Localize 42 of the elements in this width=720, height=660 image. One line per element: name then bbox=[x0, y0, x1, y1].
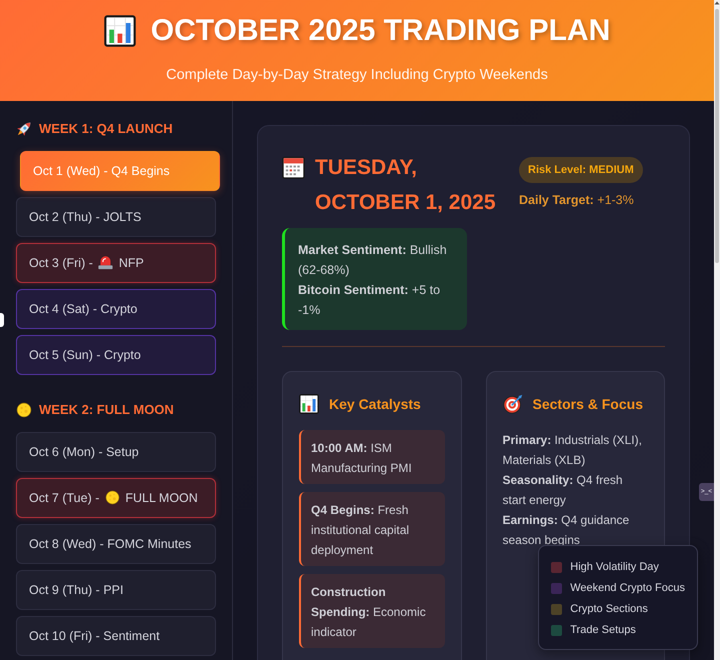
rocket-icon bbox=[16, 121, 32, 137]
risk-badge: Risk Level: MEDIUM bbox=[519, 157, 643, 183]
section-title: Key Catalysts bbox=[329, 395, 421, 414]
sentiment-text: Bitcoin Sentiment: +5 to -1% bbox=[298, 282, 442, 319]
edge-tab[interactable] bbox=[0, 313, 4, 327]
bar-chart-icon bbox=[299, 394, 319, 414]
scroll-up-arrow-icon[interactable] bbox=[714, 0, 720, 6]
day-item[interactable]: Oct 10 (Fri) - Sentiment bbox=[16, 616, 216, 656]
focus-text: Primary: Industrials (XLI), Materials (XLB) bbox=[502, 432, 643, 469]
section-title: Sectors & Focus bbox=[532, 395, 643, 414]
catalyst-item: 10:00 AM: ISM Manufacturing PMI bbox=[299, 430, 444, 484]
sentiment-text: Market Sentiment: Bullish (62-68%) bbox=[298, 242, 448, 279]
day-item[interactable]: Oct 7 (Tue) - FULL MOON bbox=[16, 478, 216, 518]
week-heading: WEEK 2: FULL MOON bbox=[39, 402, 174, 418]
day-item[interactable]: Oct 5 (Sun) - Crypto bbox=[16, 335, 216, 375]
catalyst-item: Construction Spending: Economic indicator bbox=[299, 574, 444, 648]
scrollbar-thumb[interactable] bbox=[715, 9, 719, 263]
day-item[interactable]: Oct 9 (Thu) - PPI bbox=[16, 570, 216, 610]
day-item[interactable]: Oct 3 (Fri) - NFP bbox=[16, 243, 216, 283]
siren-icon bbox=[98, 255, 114, 270]
day-item[interactable]: Oct 2 (Thu) - JOLTS bbox=[16, 197, 216, 237]
legend-label: Crypto Sections bbox=[570, 602, 648, 616]
legend-label: High Volatility Day bbox=[570, 560, 659, 574]
page-title: OCTOBER 2025 TRADING PLAN bbox=[150, 13, 610, 49]
daily-target: Daily Target: +1-3% bbox=[519, 192, 634, 209]
moon-icon bbox=[16, 402, 32, 418]
legend-label: Weekend Crypto Focus bbox=[570, 581, 685, 595]
day-item[interactable]: Oct 8 (Wed) - FOMC Minutes bbox=[16, 524, 216, 564]
target-icon bbox=[502, 394, 522, 414]
moon-icon bbox=[104, 490, 120, 505]
focus-text: Earnings: Q4 guidance season begins bbox=[502, 512, 630, 549]
day-item[interactable]: Oct 4 (Sat) - Crypto bbox=[16, 289, 216, 329]
day-item[interactable]: Oct 6 (Mon) - Setup bbox=[16, 432, 216, 472]
focus-text: Seasonality: Q4 fresh start energy bbox=[502, 472, 624, 509]
bar-chart-icon bbox=[104, 15, 136, 47]
catalyst-item: Q4 Begins: Fresh institutional capital deployment bbox=[299, 492, 444, 566]
day-title: TUESDAY, OCTOBER 1, 2025 bbox=[315, 155, 497, 216]
calendar-icon bbox=[282, 156, 305, 179]
week-heading: WEEK 1: Q4 LAUNCH bbox=[39, 121, 173, 137]
page-subtitle: Complete Day-by-Day Strategy Including Crypto Weekends bbox=[165, 66, 549, 84]
scrollbar[interactable] bbox=[714, 0, 720, 660]
legend-label: Trade Setups bbox=[570, 623, 636, 637]
